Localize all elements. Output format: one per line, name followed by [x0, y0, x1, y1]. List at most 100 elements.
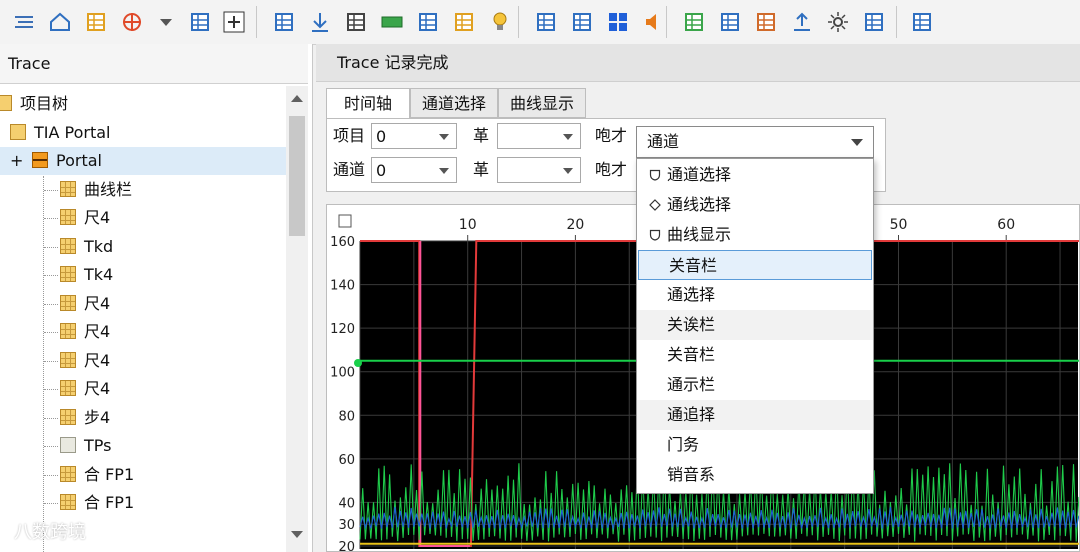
tree-item-label: 尺4: [84, 293, 111, 313]
tree-root-icon: [0, 95, 12, 111]
pages-icon[interactable]: [908, 8, 936, 36]
dropdown-option[interactable]: 关音栏: [637, 340, 873, 370]
y-tick-label: 140: [330, 279, 355, 294]
building-icon[interactable]: [532, 8, 560, 36]
home-icon[interactable]: [46, 8, 74, 36]
tree-view[interactable]: 项目树 TIA Portal + Portal 曲线栏 尺4 Tkd Tk4 尺4 尺4 尺4 尺4 步…: [0, 86, 286, 552]
dropdown-option[interactable]: 曲线显示: [637, 220, 873, 250]
sheet-icon[interactable]: [680, 8, 708, 36]
x-tick-label: 20: [566, 217, 584, 233]
tree-item-label: 曲线栏: [84, 179, 133, 199]
project-select[interactable]: 0: [371, 123, 457, 149]
document-grid-icon[interactable]: [414, 8, 442, 36]
tree-guide-line: [44, 246, 58, 248]
dropdown-option[interactable]: 通选择: [637, 280, 873, 310]
expand-toggle-icon[interactable]: +: [10, 147, 23, 175]
toolbar: [0, 0, 1080, 45]
channel-dropdown-menu: 通道选择 通线选择 曲线显示 关音栏 通选择 关诶栏 关音栏 通示栏 通追择 门务 销音系: [636, 158, 874, 494]
channel-select[interactable]: 0: [371, 157, 457, 183]
dropdown-option[interactable]: 通示栏: [637, 370, 873, 400]
watermark-text: 八数跨境: [14, 522, 86, 543]
grid-folder-icon: [60, 408, 76, 425]
document-chart-icon[interactable]: [752, 8, 780, 36]
chevron-down-icon: [439, 168, 449, 174]
lightbulb-icon[interactable]: [486, 8, 514, 36]
dropdown-option[interactable]: 门务: [637, 430, 873, 460]
y-tick-label: 100: [330, 366, 355, 381]
channel-label: 通道: [333, 160, 366, 179]
chevron-down-icon: [563, 168, 573, 174]
tree-item[interactable]: 合 FP1: [0, 461, 286, 489]
tree-scrollbar[interactable]: [286, 86, 308, 552]
scroll-thumb[interactable]: [289, 116, 305, 236]
tree-item-label: 项目树: [20, 94, 69, 113]
briefcase-icon[interactable]: [82, 8, 110, 36]
tree-item[interactable]: 尺4: [0, 290, 286, 318]
tree-guide-line: [44, 474, 58, 476]
speaker-icon[interactable]: [640, 8, 668, 36]
device-icon: [32, 152, 48, 168]
dropdown-option[interactable]: 通道选择: [637, 160, 873, 190]
toolbar-separator: [518, 6, 519, 38]
channel-combo[interactable]: 通道: [636, 126, 874, 158]
tree-item-label: 合 FP1: [84, 493, 135, 512]
add-icon[interactable]: [220, 8, 248, 36]
tree-item[interactable]: 尺4: [0, 375, 286, 403]
tree-item[interactable]: 尺4: [0, 318, 286, 346]
dropdown-option[interactable]: 关音栏: [638, 250, 872, 280]
table-icon[interactable]: [716, 8, 744, 36]
windows-icon[interactable]: [604, 8, 632, 36]
scroll-up-icon[interactable]: [291, 95, 303, 102]
dropdown-option[interactable]: 关诶栏: [637, 310, 873, 340]
target-icon[interactable]: [118, 8, 146, 36]
tree-item[interactable]: TPs: [0, 432, 286, 460]
project-tree-panel: Trace 项目树 TIA Portal + Portal 曲线栏 尺4 Tkd Tk4 尺4 尺…: [0, 44, 313, 552]
tab-timeline[interactable]: 时间轴: [326, 88, 410, 120]
align-icon[interactable]: [10, 8, 38, 36]
dropdown-arrow-icon[interactable]: [152, 8, 180, 36]
dropdown-option[interactable]: 通追择: [637, 400, 873, 430]
trace-status-title: Trace 记录完成: [316, 44, 1080, 82]
x-tick-label: 60: [997, 217, 1015, 233]
field-select-2[interactable]: [497, 123, 581, 149]
tree-item[interactable]: Tk4: [0, 261, 286, 289]
tree-item[interactable]: 合 FP1: [0, 489, 286, 517]
tree-item[interactable]: Tkd: [0, 233, 286, 261]
card-icon[interactable]: [568, 8, 596, 36]
dropdown-option-label: 通示栏: [667, 375, 716, 394]
tree-item[interactable]: 步4: [0, 404, 286, 432]
toolbar-separator: [666, 6, 667, 38]
x-tick-label: 50: [890, 217, 908, 233]
tab-channel-select[interactable]: 通道选择: [410, 88, 498, 118]
tree-guide-line: [44, 189, 58, 191]
field-select-4[interactable]: [497, 157, 581, 183]
person-signal-icon[interactable]: [270, 8, 298, 36]
tree-item[interactable]: TIA Portal: [0, 119, 286, 147]
scroll-down-icon[interactable]: [291, 531, 303, 538]
chart-corner-checkbox: [338, 214, 352, 228]
tree-item[interactable]: + Portal: [0, 147, 286, 175]
tree-item[interactable]: 尺4: [0, 204, 286, 232]
tree-item-label: 尺4: [84, 208, 111, 227]
tree-guide-line: [44, 503, 58, 504]
sun-icon[interactable]: [824, 8, 852, 36]
diamond-tag-icon[interactable]: [450, 8, 478, 36]
upload-icon[interactable]: [788, 8, 816, 36]
calendar-grid-icon[interactable]: [186, 8, 214, 36]
dropdown-option[interactable]: 销音系: [637, 460, 873, 490]
tree-guide-line: [44, 417, 58, 419]
cursor-marker-icon: [354, 359, 362, 367]
chevron-down-icon: [563, 134, 573, 140]
wand-icon[interactable]: [860, 8, 888, 36]
chevron-down-icon: [851, 139, 863, 146]
green-bar-icon[interactable]: [378, 8, 406, 36]
dropdown-option[interactable]: 通线选择: [637, 190, 873, 220]
tab-curve-display[interactable]: 曲线显示: [498, 88, 586, 118]
tree-item[interactable]: 尺4: [0, 347, 286, 375]
tree-item[interactable]: 项目树: [0, 90, 286, 118]
pen-icon[interactable]: [342, 8, 370, 36]
tree-item[interactable]: 曲线栏: [0, 176, 286, 204]
download-arrow-icon[interactable]: [306, 8, 334, 36]
field-label-3: 咆才: [595, 126, 628, 145]
tree-panel-title: Trace: [0, 44, 308, 84]
